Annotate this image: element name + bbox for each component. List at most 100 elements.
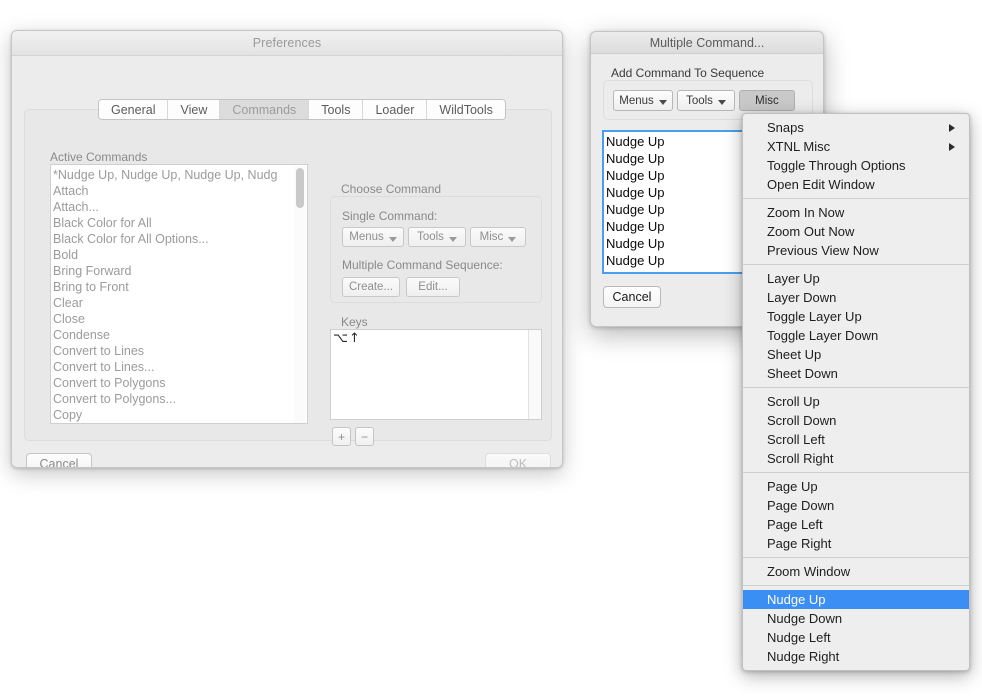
menu-item-sheet-up[interactable]: Sheet Up — [743, 345, 969, 364]
tab-tools[interactable]: Tools — [309, 100, 364, 119]
active-command-row[interactable]: Clear — [51, 295, 307, 311]
chevron-down-icon — [448, 236, 457, 242]
menu-separator — [743, 472, 969, 473]
menu-item-snaps[interactable]: Snaps — [743, 118, 969, 137]
active-command-row[interactable]: Bold — [51, 247, 307, 263]
menu-item-layer-up[interactable]: Layer Up — [743, 269, 969, 288]
single-command-menus-label: Menus — [349, 231, 384, 243]
chevron-down-icon — [508, 236, 517, 242]
menu-item-scroll-right[interactable]: Scroll Right — [743, 449, 969, 468]
menu-item-scroll-up[interactable]: Scroll Up — [743, 392, 969, 411]
tab-commands[interactable]: Commands — [220, 100, 310, 119]
menu-item-toggle-layer-up[interactable]: Toggle Layer Up — [743, 307, 969, 326]
active-command-row[interactable]: Attach — [51, 183, 307, 199]
menu-item-toggle-layer-down[interactable]: Toggle Layer Down — [743, 326, 969, 345]
menu-item-nudge-down[interactable]: Nudge Down — [743, 609, 969, 628]
tab-view[interactable]: View — [168, 100, 221, 119]
active-command-row[interactable]: Close — [51, 311, 307, 327]
tab-general[interactable]: General — [99, 100, 169, 119]
multiple-command-title: Multiple Command... — [649, 35, 765, 50]
menu-item-label: Zoom In Now — [767, 205, 845, 220]
active-command-row[interactable]: Black Color for All Options... — [51, 231, 307, 247]
scrollbar-thumb[interactable] — [296, 168, 304, 208]
keys-field[interactable]: ⌥↑ — [330, 329, 542, 420]
menu-item-page-right[interactable]: Page Right — [743, 534, 969, 553]
active-commands-scrollbar[interactable] — [294, 166, 306, 423]
menu-item-label: Nudge Left — [767, 630, 831, 645]
active-command-row[interactable]: Black Color for All — [51, 215, 307, 231]
menu-item-label: Toggle Layer Up — [767, 309, 862, 324]
menu-item-zoom-out-now[interactable]: Zoom Out Now — [743, 222, 969, 241]
menu-item-label: Zoom Window — [767, 564, 851, 579]
single-command-menus-popup[interactable]: Menus — [342, 227, 404, 247]
menu-item-nudge-right[interactable]: Nudge Right — [743, 647, 969, 666]
active-command-row[interactable]: *Nudge Up, Nudge Up, Nudge Up, Nudg — [51, 167, 307, 183]
multiple-command-cancel-button[interactable]: Cancel — [603, 286, 661, 308]
menu-item-xtnl-misc[interactable]: XTNL Misc — [743, 137, 969, 156]
active-command-row[interactable]: Convert to Lines — [51, 343, 307, 359]
multiple-command-titlebar[interactable]: Multiple Command... — [591, 32, 823, 54]
menu-separator — [743, 387, 969, 388]
menu-item-scroll-down[interactable]: Scroll Down — [743, 411, 969, 430]
active-command-row[interactable]: Convert to Polygons... — [51, 391, 307, 407]
menu-item-label: Nudge Down — [767, 611, 843, 626]
active-command-row[interactable]: Condense — [51, 327, 307, 343]
preferences-ok-button[interactable]: OK — [485, 453, 551, 467]
single-command-label: Single Command: — [342, 209, 438, 223]
single-command-misc-popup[interactable]: Misc — [470, 227, 526, 247]
chevron-down-icon — [388, 236, 397, 242]
active-command-row[interactable]: Copy — [51, 407, 307, 423]
menu-item-sheet-down[interactable]: Sheet Down — [743, 364, 969, 383]
menu-item-nudge-up[interactable]: Nudge Up — [743, 590, 969, 609]
active-command-row[interactable]: Bring to Front — [51, 279, 307, 295]
tab-label: Tools — [321, 102, 351, 117]
menu-item-previous-view-now[interactable]: Previous View Now — [743, 241, 969, 260]
preferences-title: Preferences — [252, 36, 322, 50]
keys-scrollbar[interactable] — [528, 330, 541, 419]
mc-tools-label: Tools — [686, 94, 713, 107]
active-commands-list[interactable]: *Nudge Up, Nudge Up, Nudge Up, Nudg Attac… — [50, 164, 308, 424]
tab-label: General — [111, 102, 156, 117]
create-sequence-button[interactable]: Create... — [342, 277, 400, 297]
edit-sequence-button[interactable]: Edit... — [406, 277, 460, 297]
tab-loader[interactable]: Loader — [363, 100, 428, 119]
tab-wildtools[interactable]: WildTools — [427, 100, 505, 119]
preferences-cancel-button[interactable]: Cancel — [26, 453, 92, 467]
submenu-arrow-icon — [949, 123, 955, 132]
tab-label: View — [180, 102, 208, 117]
misc-dropdown-menu: Snaps XTNL Misc Toggle Through Options Open… — [742, 113, 970, 671]
mc-menus-popup[interactable]: Menus — [613, 90, 673, 111]
menu-item-layer-down[interactable]: Layer Down — [743, 288, 969, 307]
single-command-tools-label: Tools — [417, 231, 444, 243]
menu-item-zoom-window[interactable]: Zoom Window — [743, 562, 969, 581]
menu-item-label: Toggle Through Options — [767, 158, 906, 173]
single-command-misc-label: Misc — [479, 231, 504, 243]
menu-item-label: Page Left — [767, 517, 823, 532]
preferences-body: General View Commands Tools Loader WildTools … — [12, 56, 562, 467]
remove-key-button[interactable]: − — [355, 427, 374, 446]
preferences-window: Preferences General View Commands Tools Load… — [11, 30, 563, 468]
mc-tools-popup[interactable]: Tools — [677, 90, 735, 111]
menu-item-scroll-left[interactable]: Scroll Left — [743, 430, 969, 449]
menu-item-toggle-through-options[interactable]: Toggle Through Options — [743, 156, 969, 175]
menu-item-page-up[interactable]: Page Up — [743, 477, 969, 496]
menu-item-zoom-in-now[interactable]: Zoom In Now — [743, 203, 969, 222]
add-key-button[interactable]: + — [332, 427, 351, 446]
active-command-row[interactable]: Convert to Lines... — [51, 359, 307, 375]
active-command-row[interactable]: Bring Forward — [51, 263, 307, 279]
preferences-tabbar: General View Commands Tools Loader WildTools — [98, 99, 506, 120]
menu-item-open-edit-window[interactable]: Open Edit Window — [743, 175, 969, 194]
menu-item-page-left[interactable]: Page Left — [743, 515, 969, 534]
preferences-titlebar[interactable]: Preferences — [12, 31, 562, 56]
multiple-command-sequence-label: Multiple Command Sequence: — [342, 258, 503, 272]
menu-item-page-down[interactable]: Page Down — [743, 496, 969, 515]
menu-item-label: Layer Down — [767, 290, 837, 305]
menu-item-label: Page Up — [767, 479, 818, 494]
menu-separator — [743, 264, 969, 265]
menu-item-label: Scroll Left — [767, 432, 825, 447]
menu-item-nudge-left[interactable]: Nudge Left — [743, 628, 969, 647]
active-command-row[interactable]: Attach... — [51, 199, 307, 215]
active-command-row[interactable]: Convert to Polygons — [51, 375, 307, 391]
single-command-tools-popup[interactable]: Tools — [408, 227, 466, 247]
mc-misc-popup[interactable]: Misc — [739, 90, 795, 111]
